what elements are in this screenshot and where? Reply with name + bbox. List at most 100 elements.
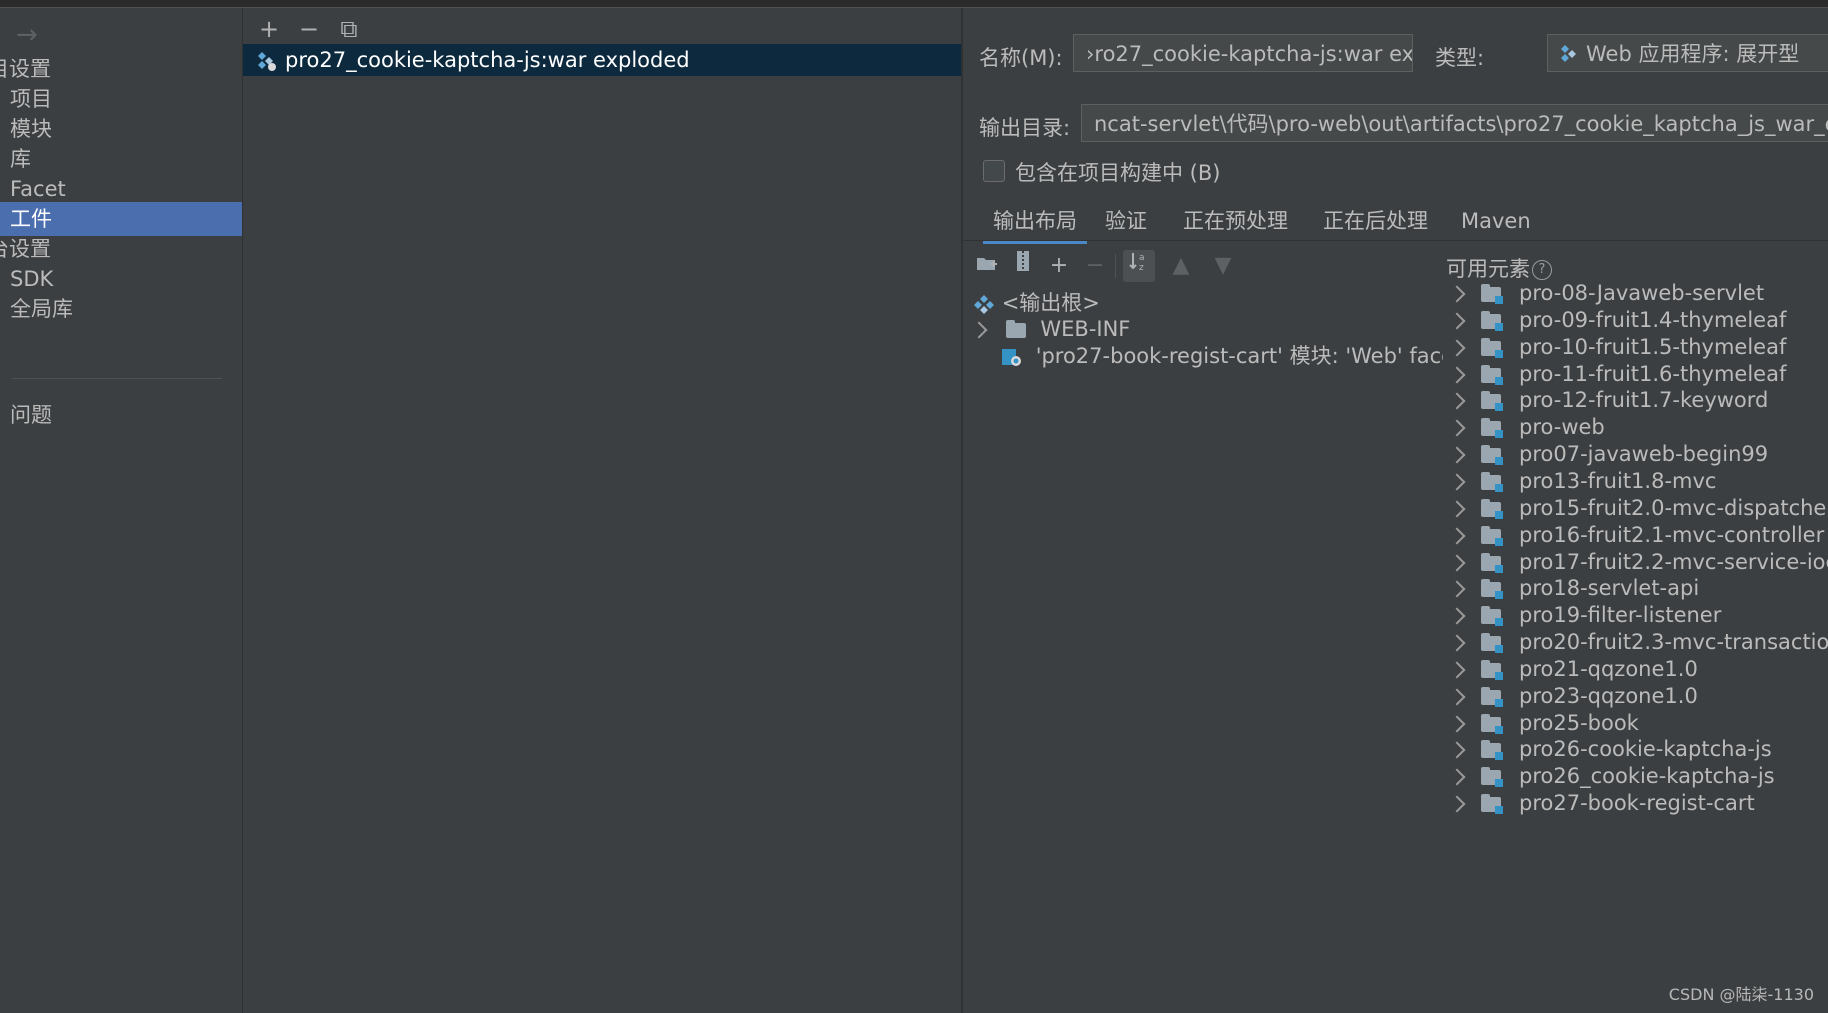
chevron-right-icon[interactable] [1448, 392, 1466, 410]
available-element-label: pro-10-fruit1.5-thymeleaf [1519, 334, 1787, 359]
web-inf-node[interactable]: WEB-INF [970, 314, 1130, 344]
available-element-row[interactable]: pro13-fruit1.8-mvc [1443, 466, 1828, 496]
add-icon[interactable]: + [251, 12, 287, 46]
chevron-right-icon[interactable] [1448, 554, 1466, 571]
sidebar-item-project[interactable]: 项目 [0, 82, 242, 116]
chevron-right-icon[interactable] [1448, 527, 1466, 545]
chevron-right-icon[interactable] [1448, 312, 1466, 330]
available-element-label: pro-11-fruit1.6-thymeleaf [1519, 361, 1787, 386]
tab-pre-processing[interactable]: 正在预处理 [1183, 200, 1288, 244]
chevron-right-icon[interactable] [1448, 473, 1466, 491]
available-element-label: pro23-qqzone1.0 [1519, 683, 1698, 708]
include-in-build-label: 包含在项目构建中 (B) [1015, 161, 1221, 185]
chevron-right-icon[interactable] [1448, 607, 1466, 625]
chevron-right-icon[interactable] [1448, 419, 1466, 437]
chevron-right-icon[interactable] [1448, 580, 1466, 598]
include-in-build-checkbox[interactable] [983, 160, 1005, 182]
available-element-label: pro19-filter-listener [1519, 603, 1722, 628]
available-element-row[interactable]: pro-09-fruit1.4-thymeleaf [1443, 305, 1828, 335]
available-element-row[interactable]: pro17-fruit2.2-mvc-service-ioc [1443, 547, 1828, 577]
chevron-right-icon[interactable] [1448, 768, 1466, 786]
artifact-details-panel: 名称(M): ›ro27_cookie-kaptcha-js:war explo… [963, 8, 1828, 1013]
module-folder-icon [1481, 659, 1503, 680]
section-project-settings: 目设置 [0, 57, 51, 81]
chevron-right-icon[interactable] [1448, 500, 1466, 518]
tab-divider [963, 240, 1828, 241]
artifact-name: pro27_cookie-kaptcha-js:war exploded [285, 48, 690, 72]
sidebar-item-global-libraries[interactable]: 全局库 [0, 292, 242, 326]
available-element-row[interactable]: pro20-fruit2.3-mvc-transaction [1443, 627, 1828, 657]
available-element-row[interactable]: pro-08-Javaweb-servlet [1443, 278, 1828, 308]
chevron-right-icon[interactable] [1448, 715, 1466, 733]
copy-icon[interactable]: ⧉ [331, 12, 367, 46]
available-element-row[interactable]: pro26_cookie-kaptcha-js [1443, 761, 1828, 791]
artifacts-list-panel: + − ⧉ pro27_cookie-kaptcha-js:war explod… [243, 8, 963, 1013]
module-facet-node[interactable]: 'pro27-book-regist-cart' 模块: 'Web' facet… [1001, 341, 1443, 371]
chevron-right-icon[interactable] [1448, 634, 1466, 652]
tab-output-layout[interactable]: 输出布局 [983, 200, 1087, 244]
svg-text:z: z [1139, 263, 1144, 272]
available-element-row[interactable]: pro07-javaweb-begin99 [1443, 439, 1828, 469]
chevron-right-icon[interactable] [1448, 795, 1466, 813]
module-folder-icon [1481, 310, 1503, 331]
module-folder-icon [1481, 794, 1503, 815]
available-element-row[interactable]: pro16-fruit2.1-mvc-controller [1443, 520, 1828, 550]
available-element-row[interactable]: pro21-qqzone1.0 [1443, 654, 1828, 684]
output-dir-field[interactable]: ncat-servlet\代码\pro-web\out\artifacts\pr… [1081, 104, 1828, 142]
sidebar-item-libraries[interactable]: 库 [0, 142, 242, 176]
output-layout-tree: <输出根> WEB-INF 'pro27-book-regist-cart' 模… [963, 276, 1443, 396]
available-element-label: pro27-book-regist-cart [1519, 791, 1755, 816]
chevron-right-icon[interactable] [1448, 366, 1466, 384]
web-app-icon [1561, 45, 1576, 62]
available-element-row[interactable]: pro15-fruit2.0-mvc-dispatcherSe [1443, 493, 1828, 523]
sidebar-item-problems[interactable]: 问题 [0, 398, 242, 432]
help-icon[interactable]: ? [1532, 260, 1552, 280]
chevron-right-icon[interactable] [1448, 339, 1466, 357]
type-select[interactable]: Web 应用程序: 展开型 [1547, 34, 1828, 72]
available-element-row[interactable]: pro27-book-regist-cart [1443, 788, 1828, 818]
module-folder-icon [1481, 740, 1503, 761]
available-element-row[interactable]: pro19-filter-listener [1443, 600, 1828, 630]
available-element-label: pro13-fruit1.8-mvc [1519, 468, 1717, 493]
artifact-list-item[interactable]: pro27_cookie-kaptcha-js:war exploded [243, 44, 961, 76]
available-element-label: pro20-fruit2.3-mvc-transaction [1519, 630, 1828, 655]
sidebar-item-modules[interactable]: 模块 [0, 112, 242, 146]
module-folder-icon [1481, 552, 1503, 573]
tab-post-processing[interactable]: 正在后处理 [1323, 200, 1428, 244]
type-label: 类型: [1435, 46, 1485, 70]
sidebar-item-facets[interactable]: Facet [0, 172, 242, 206]
available-element-label: pro25-book [1519, 710, 1639, 735]
folder-icon [1005, 319, 1026, 338]
module-folder-icon [1481, 686, 1503, 707]
sidebar-divider [12, 378, 222, 379]
forward-arrow-icon[interactable]: → [16, 20, 38, 50]
remove-icon[interactable]: − [291, 12, 327, 46]
available-element-label: pro-12-fruit1.7-keyword [1519, 388, 1769, 413]
available-element-label: pro07-javaweb-begin99 [1519, 442, 1769, 467]
chevron-right-icon[interactable] [1448, 661, 1466, 679]
sidebar-item-sdk[interactable]: SDK [0, 262, 242, 296]
tab-validation[interactable]: 验证 [1105, 200, 1147, 244]
output-root-icon [974, 295, 994, 314]
web-artifact-icon [258, 52, 276, 71]
name-field[interactable]: ›ro27_cookie-kaptcha-js:war exploded [1073, 34, 1413, 72]
available-element-row[interactable]: pro23-qqzone1.0 [1443, 681, 1828, 711]
available-element-label: pro-web [1519, 415, 1605, 440]
available-element-row[interactable]: pro25-book [1443, 708, 1828, 738]
available-element-row[interactable]: pro-10-fruit1.5-thymeleaf [1443, 332, 1828, 362]
chevron-right-icon[interactable] [1448, 446, 1466, 464]
available-element-row[interactable]: pro-11-fruit1.6-thymeleaf [1443, 359, 1828, 389]
sidebar-item-artifacts[interactable]: 工件 [0, 202, 242, 236]
module-folder-icon [1481, 579, 1503, 600]
available-element-row[interactable]: pro26-cookie-kaptcha-js [1443, 734, 1828, 764]
module-folder-icon [1481, 713, 1503, 734]
chevron-right-icon[interactable] [1448, 688, 1466, 706]
chevron-right-icon[interactable] [1448, 285, 1466, 303]
tab-maven[interactable]: Maven [1461, 200, 1531, 244]
available-element-row[interactable]: pro18-servlet-api [1443, 573, 1828, 603]
chevron-right-icon[interactable] [1448, 741, 1466, 759]
module-folder-icon [1481, 767, 1503, 788]
chevron-right-icon[interactable] [970, 321, 988, 339]
available-element-row[interactable]: pro-web [1443, 412, 1828, 442]
available-element-row[interactable]: pro-12-fruit1.7-keyword [1443, 385, 1828, 415]
